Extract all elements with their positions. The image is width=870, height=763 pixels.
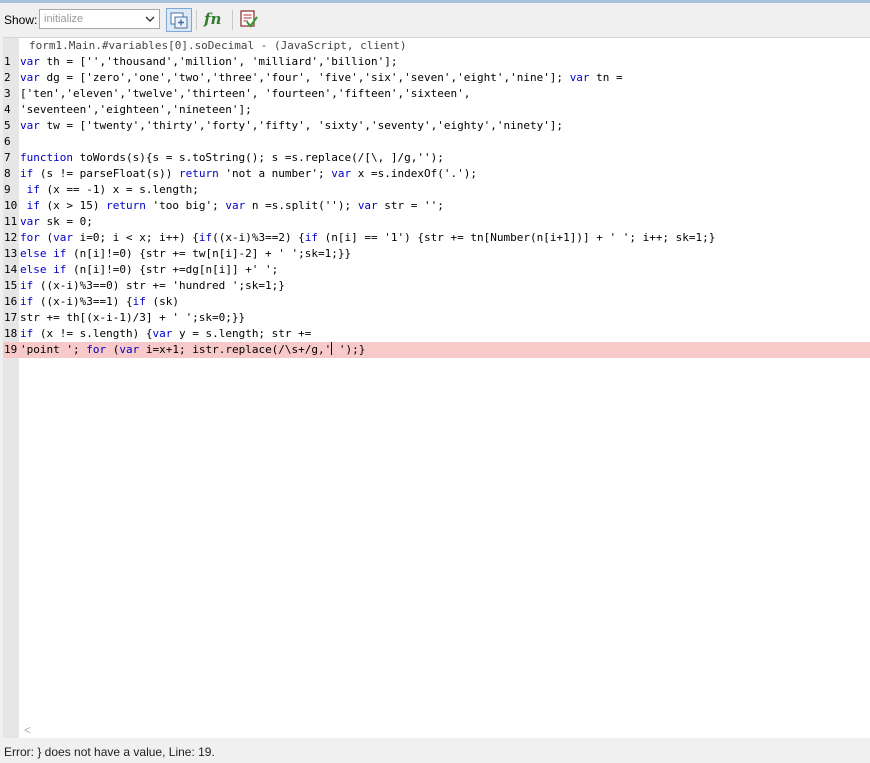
code-line[interactable]: 10 if (x > 15) return 'too big'; var n =… xyxy=(3,198,870,214)
code-area[interactable]: form1.Main.#variables[0].soDecimal - (Ja… xyxy=(3,38,870,358)
form-objects-icon xyxy=(170,12,188,29)
check-script-button[interactable] xyxy=(237,8,263,32)
show-event-dropdown[interactable]: initialize xyxy=(39,9,160,29)
toolbar-separator xyxy=(196,10,197,30)
svg-text:fn: fn xyxy=(203,10,221,28)
code-line[interactable]: 4 'seventeen','eighteen','nineteen']; xyxy=(3,102,870,118)
code-line[interactable]: 14 else if (n[i]!=0) {str +=dg[n[i]] +' '… xyxy=(3,262,870,278)
code-line[interactable]: 2 var dg = ['zero','one','two','three','f… xyxy=(3,70,870,86)
code-line[interactable]: 5 var tw = ['twenty','thirty','forty','fi… xyxy=(3,118,870,134)
line-number: 7 xyxy=(4,151,11,164)
line-number: 8 xyxy=(4,167,11,180)
code-text[interactable]: ['ten','eleven','twelve','thirteen', 'fo… xyxy=(20,86,470,102)
code-text[interactable]: if ((x-i)%3==0) str += 'hundred ';sk=1;} xyxy=(20,278,285,294)
code-line[interactable]: 7 function toWords(s){s = s.toString(); s… xyxy=(3,150,870,166)
form-objects-button[interactable] xyxy=(166,8,192,32)
horizontal-scrollbar[interactable]: < xyxy=(21,721,870,738)
line-number: 2 xyxy=(4,71,11,84)
code-text[interactable]: if (x == -1) x = s.length; xyxy=(20,182,199,198)
code-text[interactable]: if ((x-i)%3==1) {if (sk) xyxy=(20,294,179,310)
code-line[interactable]: 19'point '; for (var i=x+1; istr.replace… xyxy=(3,342,870,358)
script-editor[interactable]: form1.Main.#variables[0].soDecimal - (Ja… xyxy=(3,37,870,738)
code-text[interactable]: function toWords(s){s = s.toString(); s … xyxy=(20,150,444,166)
line-number: 4 xyxy=(4,103,11,116)
line-number: 6 xyxy=(4,135,11,148)
line-number: 5 xyxy=(4,119,11,132)
code-text[interactable]: 'seventeen','eighteen','nineteen']; xyxy=(20,102,252,118)
code-text[interactable]: 'point '; for (var i=x+1; istr.replace(/… xyxy=(20,342,365,358)
code-line[interactable]: 6 xyxy=(3,134,870,150)
functions-button[interactable]: fn xyxy=(201,8,227,32)
code-text[interactable]: if (s != parseFloat(s)) return 'not a nu… xyxy=(20,166,477,182)
line-number: 12 xyxy=(4,231,18,244)
line-number: 13 xyxy=(4,247,18,260)
line-number: 10 xyxy=(4,199,18,212)
code-text[interactable]: var tw = ['twenty','thirty','forty','fif… xyxy=(20,118,563,134)
code-line[interactable]: 8 if (s != parseFloat(s)) return 'not a n… xyxy=(3,166,870,182)
show-label: Show: xyxy=(4,13,38,27)
check-script-icon xyxy=(240,10,258,28)
line-number: 19 xyxy=(4,343,18,356)
line-number: 3 xyxy=(4,87,11,100)
functions-icon: fn xyxy=(203,10,221,28)
line-number: 11 xyxy=(4,215,18,228)
line-number: 15 xyxy=(4,279,18,292)
code-text[interactable]: if (x > 15) return 'too big'; var n =s.s… xyxy=(20,198,444,214)
show-event-value: initialize xyxy=(44,13,84,25)
code-text[interactable]: var sk = 0; xyxy=(20,214,93,230)
code-text[interactable]: if (x != s.length) {var y = s.length; st… xyxy=(20,326,311,342)
text-cursor xyxy=(331,342,333,355)
code-text[interactable]: str += th[(x-i-1)/3] + ' ';sk=0;}} xyxy=(20,310,245,326)
code-line[interactable]: 9 if (x == -1) x = s.length; xyxy=(3,182,870,198)
line-number: 17 xyxy=(4,311,18,324)
code-text[interactable]: var th = ['','thousand','million', 'mill… xyxy=(20,54,398,70)
code-text[interactable]: else if (n[i]!=0) {str += tw[n[i]-2] + '… xyxy=(20,246,351,262)
code-text[interactable]: else if (n[i]!=0) {str +=dg[n[i]] +' '; xyxy=(20,262,278,278)
code-line[interactable]: 18 if (x != s.length) {var y = s.length; … xyxy=(3,326,870,342)
code-text[interactable]: var dg = ['zero','one','two','three','fo… xyxy=(20,70,623,86)
script-toolbar: Show: initialize fn xyxy=(0,4,870,34)
code-line[interactable]: 1 var th = ['','thousand','million', 'mil… xyxy=(3,54,870,70)
script-title: form1.Main.#variables[0].soDecimal - (Ja… xyxy=(3,38,870,54)
line-number: 14 xyxy=(4,263,18,276)
code-line[interactable]: 15 if ((x-i)%3==0) str += 'hundred ';sk=1… xyxy=(3,278,870,294)
code-line[interactable]: 12 for (var i=0; i < x; i++) {if((x-i)%3=… xyxy=(3,230,870,246)
line-number: 1 xyxy=(4,55,11,68)
code-line[interactable]: 3 ['ten','eleven','twelve','thirteen', 'f… xyxy=(3,86,870,102)
line-number: 18 xyxy=(4,327,18,340)
scroll-left-icon[interactable]: < xyxy=(24,723,31,737)
code-line[interactable]: 11 var sk = 0; xyxy=(3,214,870,230)
code-line[interactable]: 13 else if (n[i]!=0) {str += tw[n[i]-2] +… xyxy=(3,246,870,262)
chevron-down-icon xyxy=(145,16,155,22)
code-line[interactable]: 17 str += th[(x-i-1)/3] + ' ';sk=0;}} xyxy=(3,310,870,326)
error-status-message: Error: } does not have a value, Line: 19… xyxy=(4,745,215,759)
script-title-text: form1.Main.#variables[0].soDecimal - (Ja… xyxy=(29,39,407,52)
code-text[interactable]: for (var i=0; i < x; i++) {if((x-i)%3==2… xyxy=(20,230,715,246)
line-number: 9 xyxy=(4,183,11,196)
code-line[interactable]: 16 if ((x-i)%3==1) {if (sk) xyxy=(3,294,870,310)
window-top-border xyxy=(0,0,870,3)
toolbar-separator xyxy=(232,10,233,30)
line-number: 16 xyxy=(4,295,18,308)
